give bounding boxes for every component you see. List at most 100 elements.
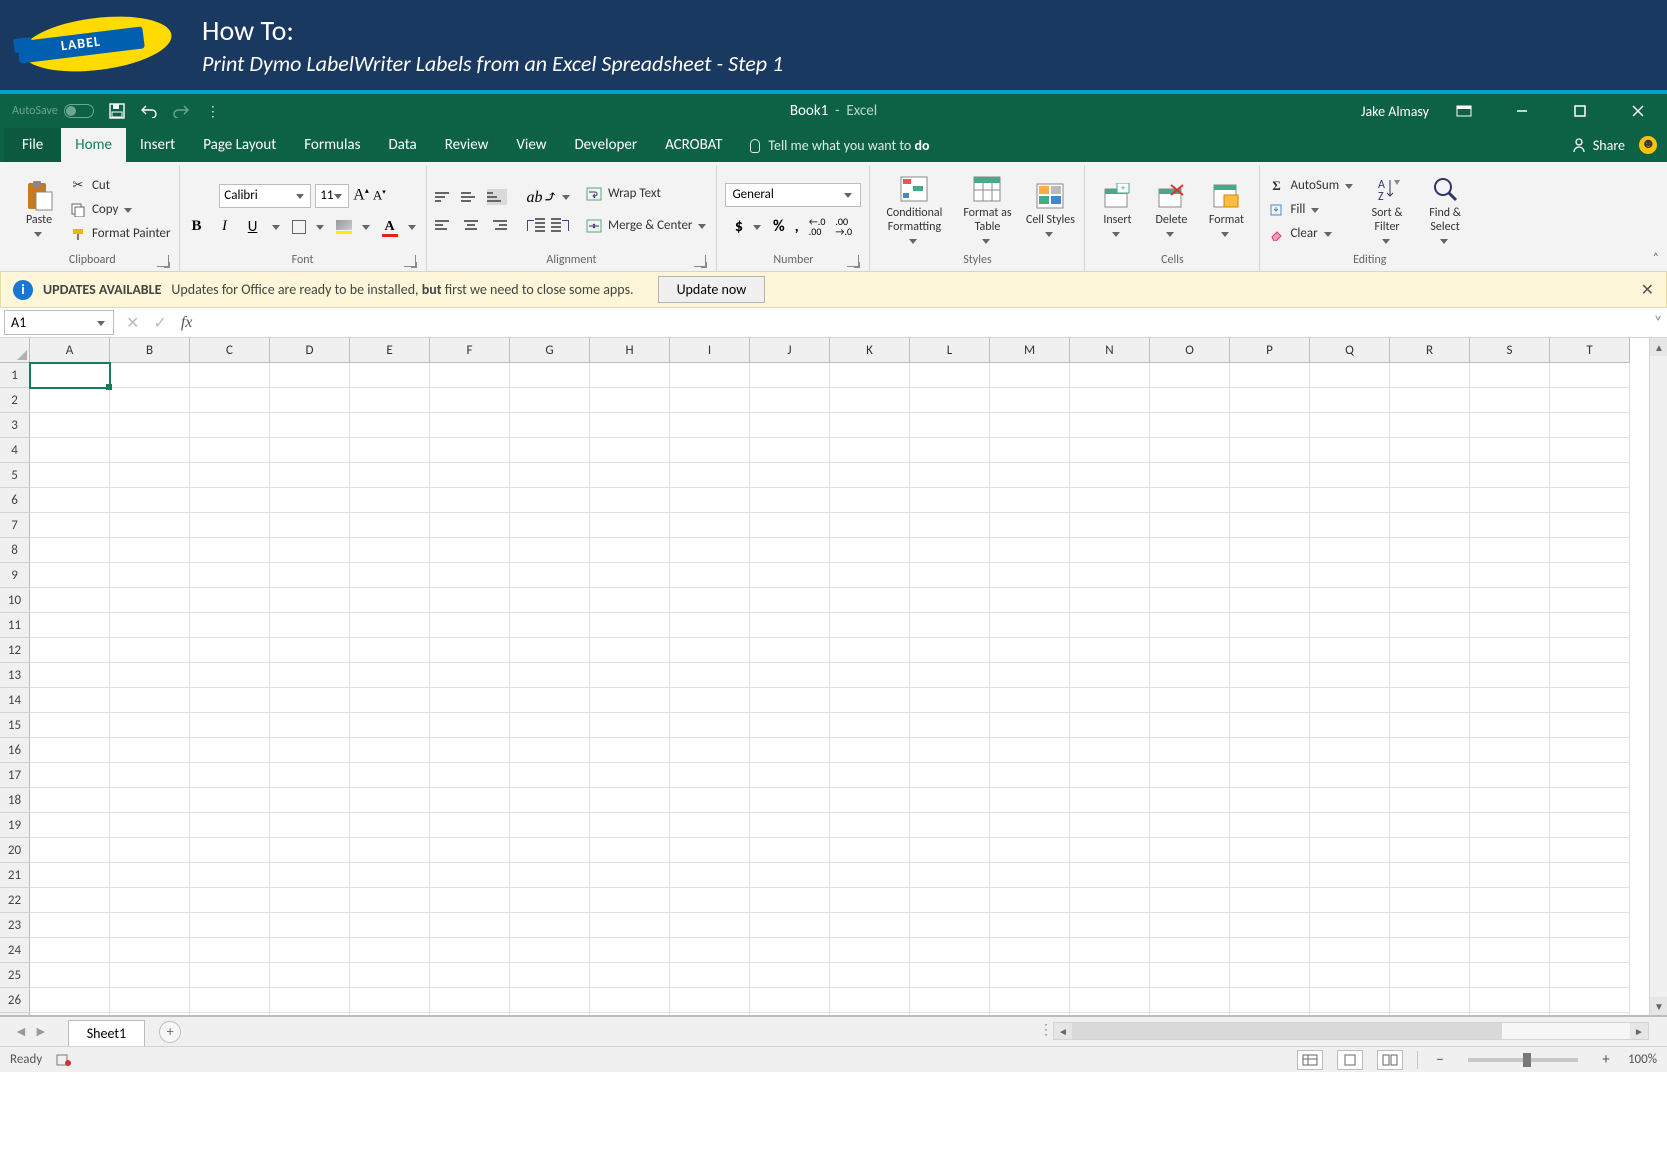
number-format-select[interactable]: General xyxy=(725,183,861,207)
cell[interactable] xyxy=(1150,488,1230,513)
column-header[interactable]: C xyxy=(190,338,270,363)
cell[interactable] xyxy=(270,838,350,863)
cell[interactable] xyxy=(590,363,670,388)
cell[interactable] xyxy=(1470,838,1550,863)
cell[interactable] xyxy=(990,363,1070,388)
row-header[interactable]: 21 xyxy=(0,863,30,888)
cell[interactable] xyxy=(1310,488,1390,513)
cell[interactable] xyxy=(430,613,510,638)
format-painter-button[interactable]: Format Painter xyxy=(70,223,171,245)
cell[interactable] xyxy=(1390,563,1470,588)
cell[interactable] xyxy=(1070,538,1150,563)
tab-developer[interactable]: Developer xyxy=(560,128,651,162)
cell[interactable] xyxy=(1230,563,1310,588)
cell[interactable] xyxy=(910,538,990,563)
cell[interactable] xyxy=(1550,938,1630,963)
cell[interactable] xyxy=(1470,438,1550,463)
cell[interactable] xyxy=(190,488,270,513)
row-header[interactable]: 3 xyxy=(0,413,30,438)
cell[interactable] xyxy=(1230,638,1310,663)
cell[interactable] xyxy=(30,663,110,688)
decrease-font-button[interactable]: A▾ xyxy=(373,187,386,203)
cell[interactable] xyxy=(510,813,590,838)
tab-page-layout[interactable]: Page Layout xyxy=(189,128,290,162)
cell[interactable] xyxy=(750,813,830,838)
borders-button[interactable] xyxy=(292,220,306,234)
cell[interactable] xyxy=(1310,988,1390,1013)
cell[interactable] xyxy=(430,913,510,938)
cell[interactable] xyxy=(1390,588,1470,613)
cell[interactable] xyxy=(110,538,190,563)
cell[interactable] xyxy=(30,763,110,788)
tell-me-search[interactable]: Tell me what you want to do xyxy=(736,129,943,162)
cell[interactable] xyxy=(1470,663,1550,688)
cell[interactable] xyxy=(830,588,910,613)
cell[interactable] xyxy=(1150,413,1230,438)
cell[interactable] xyxy=(1550,638,1630,663)
cell[interactable] xyxy=(430,838,510,863)
cell[interactable] xyxy=(590,988,670,1013)
cell[interactable] xyxy=(350,913,430,938)
cell[interactable] xyxy=(670,863,750,888)
cell[interactable] xyxy=(830,538,910,563)
cell[interactable] xyxy=(30,713,110,738)
row-header[interactable]: 14 xyxy=(0,688,30,713)
cell[interactable] xyxy=(350,488,430,513)
alignment-launcher[interactable] xyxy=(694,255,706,267)
cell[interactable] xyxy=(1470,688,1550,713)
cell[interactable] xyxy=(1150,963,1230,988)
cell[interactable] xyxy=(590,563,670,588)
cell[interactable] xyxy=(670,613,750,638)
merge-center-button[interactable]: Merge & Center xyxy=(586,215,709,237)
cell[interactable] xyxy=(30,813,110,838)
font-name-select[interactable]: Calibri xyxy=(219,184,311,208)
cell[interactable] xyxy=(830,363,910,388)
cell[interactable] xyxy=(1470,813,1550,838)
row-header[interactable]: 15 xyxy=(0,713,30,738)
cell[interactable] xyxy=(350,463,430,488)
cell[interactable] xyxy=(1390,888,1470,913)
cell[interactable] xyxy=(670,438,750,463)
cell[interactable] xyxy=(990,813,1070,838)
cell[interactable] xyxy=(1550,663,1630,688)
cell[interactable] xyxy=(1150,588,1230,613)
clear-button[interactable]: Clear xyxy=(1268,223,1355,245)
cell[interactable] xyxy=(510,913,590,938)
column-header[interactable]: F xyxy=(430,338,510,363)
cell[interactable] xyxy=(350,938,430,963)
cell[interactable] xyxy=(1550,688,1630,713)
cell[interactable] xyxy=(510,738,590,763)
align-bottom-button[interactable] xyxy=(487,189,507,205)
cell[interactable] xyxy=(190,438,270,463)
cell[interactable] xyxy=(910,763,990,788)
cell[interactable] xyxy=(1070,963,1150,988)
cell[interactable] xyxy=(590,938,670,963)
cell[interactable] xyxy=(670,938,750,963)
cell[interactable] xyxy=(1150,888,1230,913)
row-header[interactable]: 17 xyxy=(0,763,30,788)
cell[interactable] xyxy=(1470,463,1550,488)
row-header[interactable]: 8 xyxy=(0,538,30,563)
cell[interactable] xyxy=(990,738,1070,763)
formula-expand-button[interactable]: ˅ xyxy=(1649,308,1667,337)
cell[interactable] xyxy=(910,738,990,763)
cell[interactable] xyxy=(190,738,270,763)
cell[interactable] xyxy=(430,888,510,913)
cell[interactable] xyxy=(430,388,510,413)
cell[interactable] xyxy=(1150,363,1230,388)
cell[interactable] xyxy=(510,838,590,863)
cell[interactable] xyxy=(750,363,830,388)
cell[interactable] xyxy=(750,988,830,1013)
cell[interactable] xyxy=(590,688,670,713)
cell[interactable] xyxy=(350,763,430,788)
cell[interactable] xyxy=(1390,813,1470,838)
format-as-table-button[interactable]: Format as Table xyxy=(956,171,1018,249)
formula-input[interactable] xyxy=(204,308,1649,337)
cell[interactable] xyxy=(1230,463,1310,488)
cell[interactable] xyxy=(1230,963,1310,988)
cell[interactable] xyxy=(590,813,670,838)
cell[interactable] xyxy=(1390,413,1470,438)
cell[interactable] xyxy=(110,513,190,538)
row-header[interactable]: 25 xyxy=(0,963,30,988)
cell[interactable] xyxy=(270,513,350,538)
